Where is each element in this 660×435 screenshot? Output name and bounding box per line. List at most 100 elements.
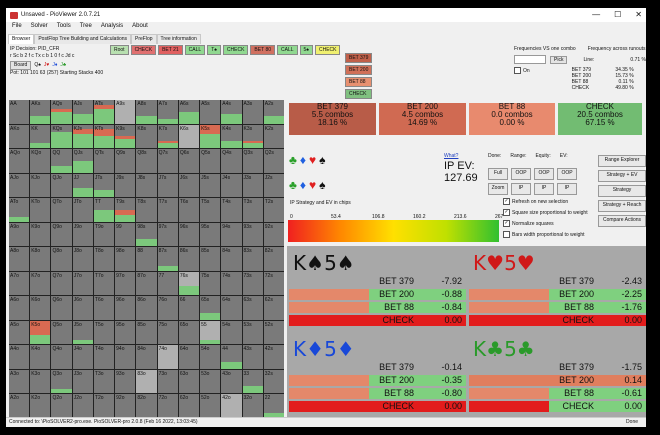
hand-cell[interactable]: 64o	[178, 345, 200, 369]
hand-cell[interactable]: T3s	[242, 198, 263, 222]
hand-cell[interactable]: 42s	[263, 345, 284, 369]
hand-cell[interactable]: 86s	[178, 247, 200, 271]
hand-cell[interactable]: 72o	[157, 394, 178, 418]
hand-cell[interactable]: TT	[93, 198, 115, 222]
hand-cell[interactable]: J9s	[115, 173, 136, 198]
minimize-icon[interactable]: —	[592, 10, 600, 19]
action-node[interactable]: Root	[110, 45, 129, 55]
hand-cell[interactable]: AQs	[51, 100, 72, 124]
maximize-icon[interactable]: ☐	[614, 10, 621, 19]
hand-cell[interactable]: KTs	[93, 124, 115, 149]
hand-cell[interactable]: K3o	[30, 369, 51, 394]
hand-cell[interactable]: 96s	[178, 222, 200, 247]
hand-cell[interactable]: 95s	[200, 222, 221, 247]
on-checkbox[interactable]: On	[514, 67, 530, 74]
hand-cell[interactable]: T9s	[115, 198, 136, 222]
hand-cell[interactable]: ATs	[93, 100, 115, 124]
view-button[interactable]: Strategy + EV	[598, 170, 646, 182]
hand-cell[interactable]: Q7s	[157, 149, 178, 173]
hand-cell[interactable]: 54o	[200, 345, 221, 369]
hand-cell[interactable]: 94s	[221, 222, 242, 247]
hand-cell[interactable]: AQo	[9, 149, 30, 173]
action-node[interactable]: CALL	[277, 45, 298, 55]
mode-button[interactable]: OOP	[557, 168, 577, 180]
hand-cell[interactable]: K7s	[157, 124, 178, 149]
action-node[interactable]: 5♠	[299, 45, 313, 55]
hand-cell[interactable]: K9s	[115, 124, 136, 149]
hand-cell[interactable]: 52o	[200, 394, 221, 418]
hand-cell[interactable]: 99	[115, 222, 136, 247]
hand-cell[interactable]: JTo	[72, 198, 93, 222]
hand-cell[interactable]: ATo	[9, 198, 30, 222]
hand-cell[interactable]: K8o	[30, 247, 51, 271]
menu-about[interactable]: About	[132, 23, 148, 33]
hand-cell[interactable]: J3s	[242, 173, 263, 198]
view-button[interactable]: Strategy + Reach	[598, 200, 646, 212]
hand-cell[interactable]: K6o	[30, 296, 51, 320]
hand-cell[interactable]: 54s	[221, 320, 242, 345]
hand-cell[interactable]: 43o	[221, 369, 242, 394]
hand-cell[interactable]: A8s	[136, 100, 157, 124]
hand-cell[interactable]: K3s	[242, 124, 263, 149]
hand-cell[interactable]: Q5s	[200, 149, 221, 173]
hand-cell[interactable]: 85s	[200, 247, 221, 271]
hand-cell[interactable]: J3o	[72, 369, 93, 394]
hand-cell[interactable]: 74s	[221, 271, 242, 296]
tab-preflop[interactable]: PreFlop	[131, 34, 157, 44]
hand-cell[interactable]: 53s	[242, 320, 263, 345]
hand-cell[interactable]: J8s	[136, 173, 157, 198]
view-button[interactable]: Range Explorer	[598, 155, 646, 167]
hand-cell[interactable]: A9o	[9, 222, 30, 247]
hand-cell[interactable]: 84s	[221, 247, 242, 271]
hand-cell[interactable]: 73s	[242, 271, 263, 296]
hand-cell[interactable]: QQ	[51, 149, 72, 173]
hand-cell[interactable]: T6o	[93, 296, 115, 320]
checkbox-box[interactable]	[503, 231, 510, 238]
hand-cell[interactable]: 55	[200, 320, 221, 345]
hand-cell[interactable]: 32s	[263, 369, 284, 394]
hand-cell[interactable]: Q2o	[51, 394, 72, 418]
action-option[interactable]: BET 379	[345, 53, 373, 63]
hand-cell[interactable]: T4o	[93, 345, 115, 369]
hand-cell[interactable]: A2s	[263, 100, 284, 124]
menu-solver[interactable]: Solver	[31, 23, 48, 33]
hand-cell[interactable]: Q3o	[51, 369, 72, 394]
hand-cell[interactable]: 93o	[115, 369, 136, 394]
hand-cell[interactable]: A4s	[221, 100, 242, 124]
suit-filter-4[interactable]: J♣	[60, 62, 66, 69]
mode-button[interactable]: Full	[488, 168, 508, 180]
hand-cell[interactable]: 96o	[115, 296, 136, 320]
hand-cell[interactable]: K5s	[200, 124, 221, 149]
hand-cell[interactable]: Q4s	[221, 149, 242, 173]
hand-cell[interactable]: K7o	[30, 271, 51, 296]
combo-input[interactable]	[514, 55, 546, 64]
hand-cell[interactable]: A3o	[9, 369, 30, 394]
combo-quad[interactable]: K♠5♠ BET 379 -7.92 BET 200 -0.88 BET 88 -0.84 C…	[289, 248, 466, 332]
hand-cell[interactable]: 85o	[136, 320, 157, 345]
hand-cell[interactable]: Q6s	[178, 149, 200, 173]
hand-cell[interactable]: KQo	[30, 149, 51, 173]
hand-cell[interactable]: QJs	[72, 149, 93, 173]
hand-cell[interactable]: 32o	[242, 394, 263, 418]
tab-browser[interactable]: Browser	[8, 34, 35, 44]
hand-cell[interactable]: 94o	[115, 345, 136, 369]
hand-cell[interactable]: 86o	[136, 296, 157, 320]
hand-cell[interactable]: 42o	[221, 394, 242, 418]
hand-cell[interactable]: 88	[136, 247, 157, 271]
hand-cell[interactable]: KJs	[72, 124, 93, 149]
hand-cell[interactable]: AKo	[9, 124, 30, 149]
hand-cell[interactable]: 72s	[263, 271, 284, 296]
hand-cell[interactable]: 53o	[200, 369, 221, 394]
hand-cell[interactable]: KK	[30, 124, 51, 149]
tab-postflop[interactable]: PostFlop Tree Building and Calculations	[34, 34, 132, 44]
hand-cell[interactable]: T7s	[157, 198, 178, 222]
hand-cell[interactable]: QJo	[51, 173, 72, 198]
hand-cell[interactable]: Q8s	[136, 149, 157, 173]
hand-cell[interactable]: 63s	[242, 296, 263, 320]
hand-cell[interactable]: KTo	[30, 198, 51, 222]
combo-quad[interactable]: K♥5♥ BET 379 -2.43 BET 200 -2.25 BET 88 -1.76 C…	[469, 248, 646, 332]
option-checkbox[interactable]: ✓ Normalize squares	[503, 220, 554, 227]
hand-cell[interactable]: T7o	[93, 271, 115, 296]
menu-tools[interactable]: Tools	[57, 23, 71, 33]
combo-quad[interactable]: K♦5♦ BET 379 -0.14 BET 200 -0.35 BET 88 -0.80 C…	[289, 334, 466, 418]
